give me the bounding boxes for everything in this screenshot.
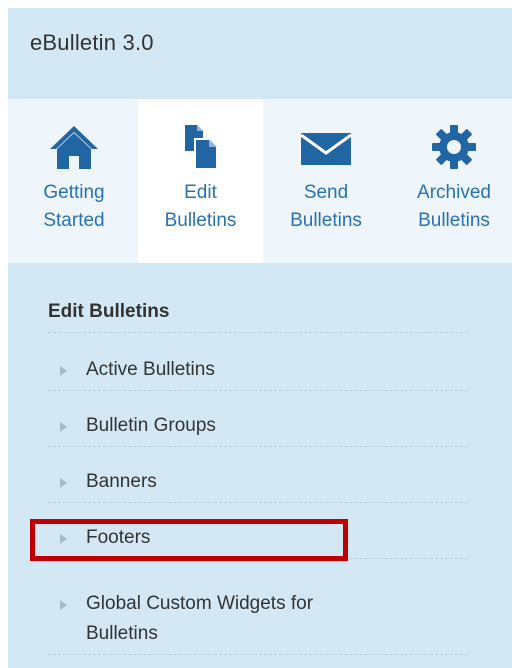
arrow-right-icon	[60, 366, 67, 376]
tab-archived-bulletins-label-1: Archived	[417, 182, 491, 203]
menu-item-global-custom-widgets[interactable]: Global Custom Widgets for Bulletins	[48, 575, 468, 655]
tab-getting-started[interactable]: Getting Started	[14, 99, 134, 263]
menu-item-label-line-2: Bulletins	[86, 623, 158, 644]
menu-divider	[48, 332, 468, 333]
menu-item-banners[interactable]: Banners	[48, 463, 468, 503]
main-nav: Getting Started Edit Bulletins Send Bull…	[8, 99, 512, 263]
menu-item-label: Bulletin Groups	[86, 415, 216, 436]
tab-send-bulletins[interactable]: Send Bulletins	[270, 99, 382, 263]
tab-getting-started-label-2: Started	[43, 210, 105, 231]
app-window: eBulletin 3.0 Getting Started Edit Bulle…	[8, 8, 512, 668]
tab-send-bulletins-label-1: Send	[303, 182, 349, 203]
arrow-right-icon	[60, 600, 67, 610]
menu-item-label-line-1: Global Custom Widgets for	[86, 593, 314, 614]
menu-heading: Edit Bulletins	[48, 301, 170, 322]
arrow-right-icon	[60, 478, 67, 488]
tab-getting-started-label-1: Getting	[43, 182, 105, 203]
home-icon	[47, 121, 101, 173]
menu-item-label: Banners	[86, 471, 157, 492]
tab-archived-bulletins-label-2: Bulletins	[418, 210, 490, 231]
edit-bulletins-menu: Edit Bulletins Active Bulletins Bulletin…	[8, 263, 512, 668]
gear-icon	[427, 121, 481, 173]
app-title: eBulletin 3.0	[30, 30, 154, 55]
menu-item-label: Active Bulletins	[86, 359, 215, 380]
tab-send-bulletins-label-2: Bulletins	[290, 210, 362, 231]
header: eBulletin 3.0	[8, 8, 512, 99]
arrow-right-icon	[60, 422, 67, 432]
menu-item-active-bulletins[interactable]: Active Bulletins	[48, 351, 468, 391]
tab-edit-bulletins[interactable]: Edit Bulletins	[138, 99, 263, 263]
tab-edit-bulletins-label-1: Edit	[184, 182, 217, 203]
menu-item-bulletin-groups[interactable]: Bulletin Groups	[48, 407, 468, 447]
tab-archived-bulletins[interactable]: Archived Bulletins	[396, 99, 512, 263]
tab-edit-bulletins-label-2: Bulletins	[164, 210, 237, 231]
documents-icon	[174, 121, 228, 173]
footers-highlight-box	[30, 519, 348, 561]
envelope-icon	[299, 121, 353, 173]
